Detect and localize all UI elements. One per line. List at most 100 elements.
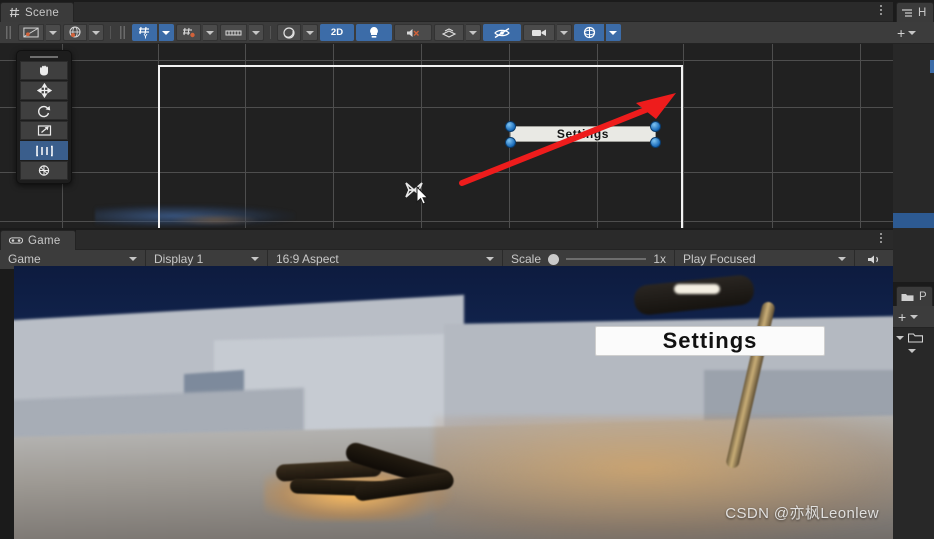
rect-handle-bottom-right[interactable] bbox=[650, 137, 661, 148]
hierarchy-row-partial-highlight[interactable] bbox=[930, 60, 934, 73]
game-view-panel: Game Game Display 1 16:9 Aspect Scale 1x… bbox=[0, 228, 893, 539]
hierarchy-tree[interactable] bbox=[893, 44, 934, 282]
game-display-label: Display 1 bbox=[154, 252, 204, 266]
tab-scene-label: Scene bbox=[25, 6, 60, 19]
hand-tool[interactable] bbox=[20, 61, 68, 80]
camera-settings-caret[interactable] bbox=[557, 24, 572, 41]
grid-visibility-caret[interactable] bbox=[249, 24, 264, 41]
gizmos-menu-caret[interactable] bbox=[606, 24, 621, 41]
rect-transform-tool[interactable] bbox=[20, 141, 68, 160]
tab-hierarchy[interactable]: H bbox=[896, 2, 934, 22]
svg-text:Y: Y bbox=[144, 34, 148, 39]
toolbar-grip-2[interactable] bbox=[120, 26, 127, 39]
gizmos-globe-icon bbox=[582, 26, 597, 39]
grid-visibility-dropdown[interactable] bbox=[220, 24, 247, 41]
transform-combined-tool[interactable] bbox=[20, 161, 68, 180]
game-scale-label: Scale bbox=[511, 252, 542, 266]
right-dock: H + P + bbox=[893, 0, 934, 539]
chevron-down-icon bbox=[469, 30, 477, 35]
snap-increment-caret[interactable] bbox=[203, 24, 218, 41]
game-tabbar-filler bbox=[75, 230, 893, 250]
toggle-2d-button[interactable]: 2D bbox=[320, 24, 354, 41]
hierarchy-row-selected[interactable] bbox=[893, 213, 934, 228]
hierarchy-tabbar: H bbox=[893, 0, 934, 22]
scale-slider-thumb[interactable] bbox=[548, 253, 560, 265]
scene-viewport[interactable]: Settings bbox=[0, 44, 893, 228]
project-tree[interactable] bbox=[893, 328, 934, 539]
folder-icon bbox=[901, 292, 914, 302]
triangle-down-icon[interactable] bbox=[896, 335, 904, 340]
scene-view-shading-dropdown[interactable] bbox=[277, 24, 301, 41]
chevron-down-icon bbox=[49, 30, 57, 35]
scene-view-shading-caret[interactable] bbox=[303, 24, 318, 41]
scene-lighting-toggle[interactable] bbox=[356, 24, 392, 41]
mouse-cursor-icon bbox=[416, 186, 430, 206]
rotate-icon bbox=[36, 104, 52, 118]
scale-icon bbox=[37, 124, 52, 137]
hierarchy-toolbar: + bbox=[893, 22, 934, 44]
hand-icon bbox=[37, 64, 52, 77]
game-settings-button[interactable]: Settings bbox=[595, 326, 825, 356]
lightbulb-icon bbox=[368, 26, 380, 39]
fx-caret[interactable] bbox=[466, 24, 481, 41]
rect-handle-top-left[interactable] bbox=[505, 121, 516, 132]
speaker-mute-icon bbox=[405, 27, 421, 39]
hierarchy-chevron-down-icon[interactable] bbox=[908, 30, 917, 35]
hierarchy-panel-header: H + bbox=[893, 0, 934, 44]
game-play-mode-label: Play Focused bbox=[683, 252, 756, 266]
folder-open-icon bbox=[908, 332, 923, 343]
draw-mode-caret[interactable] bbox=[46, 24, 61, 41]
gizmos-menu-dropdown[interactable] bbox=[574, 24, 604, 41]
palette-drag-handle[interactable] bbox=[20, 54, 68, 60]
chevron-down-icon bbox=[251, 257, 259, 261]
gizmos-toggle[interactable]: Y bbox=[132, 24, 157, 41]
scene-audio-toggle[interactable] bbox=[394, 24, 432, 41]
rect-handle-bottom-left[interactable] bbox=[505, 137, 516, 148]
project-tree-row-child[interactable] bbox=[896, 349, 931, 353]
toolbar-grip-1[interactable] bbox=[6, 26, 13, 39]
scale-tool[interactable] bbox=[20, 121, 68, 140]
game-kebab-menu-icon[interactable] bbox=[875, 231, 887, 245]
move-tool[interactable] bbox=[20, 81, 68, 100]
tab-game[interactable]: Game bbox=[0, 230, 76, 250]
chevron-down-icon bbox=[838, 257, 846, 261]
chevron-down-icon bbox=[252, 30, 260, 35]
scene-tools-palette[interactable] bbox=[16, 50, 72, 184]
move-arrows-icon bbox=[36, 83, 52, 98]
snap-increment-dropdown[interactable] bbox=[176, 24, 201, 41]
draw-mode-dropdown[interactable] bbox=[18, 24, 44, 41]
game-lamp-bulb bbox=[674, 284, 720, 294]
rotate-tool[interactable] bbox=[20, 101, 68, 120]
chevron-down-icon bbox=[609, 30, 617, 35]
hierarchy-add-icon[interactable]: + bbox=[897, 26, 905, 40]
scene-tabbar-filler bbox=[74, 2, 893, 22]
tab-project[interactable]: P bbox=[896, 286, 933, 306]
csdn-watermark: CSDN @亦枫Leonlew bbox=[725, 505, 879, 522]
gamepad-icon bbox=[9, 236, 23, 245]
chevron-down-icon bbox=[92, 30, 100, 35]
gizmos-caret[interactable] bbox=[159, 24, 174, 41]
triangle-down-icon[interactable] bbox=[908, 349, 916, 353]
grid-hash-icon bbox=[9, 7, 20, 18]
game-view-mode-label: Game bbox=[8, 252, 41, 266]
fx-layers-icon bbox=[441, 27, 457, 39]
hierarchy-rows-empty bbox=[893, 73, 934, 213]
rect-handle-top-right[interactable] bbox=[650, 121, 661, 132]
tab-game-label: Game bbox=[28, 234, 61, 247]
scene-lighting-caret[interactable] bbox=[89, 24, 104, 41]
project-add-icon[interactable]: + bbox=[898, 310, 906, 324]
scale-slider-track[interactable] bbox=[566, 258, 647, 260]
game-viewport[interactable]: Settings CSDN @亦枫Leonlew bbox=[14, 266, 893, 539]
project-chevron-down-icon[interactable] bbox=[910, 314, 919, 319]
project-tree-row-assets[interactable] bbox=[896, 332, 931, 343]
gizmo-axis-icon: Y bbox=[137, 26, 152, 39]
scene-visibility-toggle[interactable] bbox=[483, 24, 521, 41]
tab-hierarchy-label: H bbox=[918, 6, 927, 19]
chevron-down-icon bbox=[129, 257, 137, 261]
scene-settings-text-object[interactable]: Settings bbox=[510, 126, 656, 142]
scene-kebab-menu-icon[interactable] bbox=[875, 3, 887, 17]
fx-dropdown[interactable] bbox=[434, 24, 464, 41]
tab-scene[interactable]: Scene bbox=[0, 2, 75, 22]
scene-lighting-dropdown[interactable] bbox=[63, 24, 87, 41]
camera-settings-dropdown[interactable] bbox=[523, 24, 555, 41]
